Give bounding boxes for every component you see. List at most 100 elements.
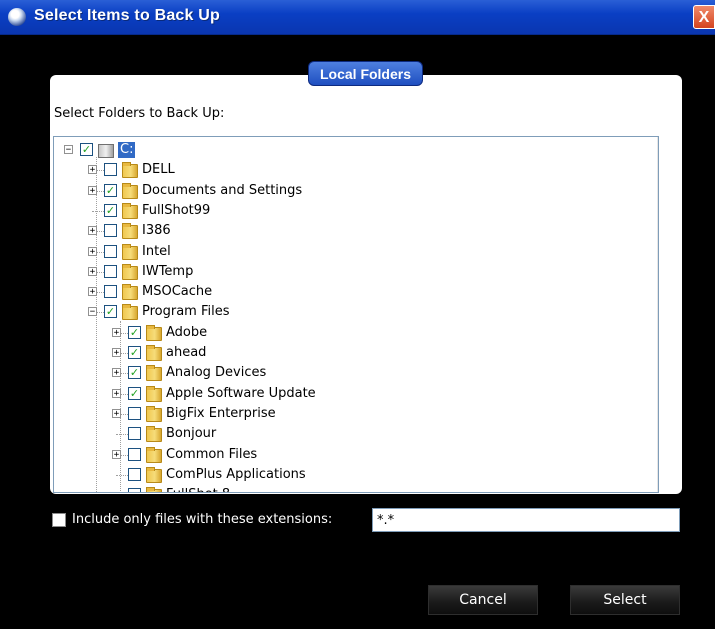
extensions-label: Include only files with these extensions… [72, 512, 333, 527]
folder-label: Analog Devices [166, 365, 267, 381]
folder-label: Intel [142, 243, 171, 259]
folder-label: Documents and Settings [142, 182, 303, 198]
folder-icon [146, 487, 162, 492]
extensions-input[interactable] [372, 508, 680, 532]
folder-label: Apple Software Update [166, 385, 316, 401]
collapse-icon[interactable]: − [88, 307, 97, 317]
expand-icon[interactable]: + [88, 165, 97, 175]
folder-icon [146, 385, 162, 402]
folder-checkbox[interactable] [128, 406, 141, 420]
folder-icon [146, 426, 162, 443]
tree-row[interactable]: + MSOCache [54, 282, 654, 302]
folder-checkbox[interactable] [104, 285, 117, 299]
vertical-scrollbar[interactable]: ▲ ▼ [657, 137, 658, 492]
folder-tree-box: − ✓ C: + DELL + ✓ Documents and Settings ✓ FullSh… [53, 136, 659, 493]
folder-icon [146, 405, 162, 422]
expand-icon[interactable]: + [112, 388, 121, 398]
folder-icon [122, 162, 138, 179]
select-folders-label: Select Folders to Back Up: [54, 106, 225, 121]
tree-row[interactable]: + DELL [54, 160, 654, 180]
folder-label: FullShot99 [142, 202, 211, 218]
expand-icon[interactable]: + [88, 266, 97, 276]
folder-label: C: [118, 142, 136, 158]
tree-row[interactable]: + I386 [54, 221, 654, 241]
folder-label: BigFix Enterprise [166, 405, 276, 421]
folder-checkbox[interactable]: ✓ [104, 203, 117, 217]
tree-row[interactable]: + Intel [54, 242, 654, 262]
tree-row[interactable]: + Common Files [54, 445, 654, 465]
folder-label: Common Files [166, 446, 258, 462]
expand-icon[interactable]: + [88, 185, 97, 195]
expand-icon[interactable]: + [112, 408, 121, 418]
folder-checkbox[interactable] [128, 488, 141, 492]
tree-root[interactable]: − ✓ C: [54, 140, 654, 160]
folder-label: ComPlus Applications [166, 466, 306, 482]
folder-icon [146, 365, 162, 382]
select-button[interactable]: Select [570, 585, 680, 615]
folder-checkbox[interactable] [128, 427, 141, 441]
expand-icon[interactable]: + [112, 368, 121, 378]
folder-checkbox[interactable]: ✓ [128, 386, 141, 400]
folder-checkbox[interactable]: ✓ [128, 325, 141, 339]
folder-icon [122, 223, 138, 240]
folder-icon [146, 446, 162, 463]
folder-label: DELL [142, 162, 175, 178]
tree-row[interactable]: − ✓ Program Files [54, 302, 654, 322]
folder-label: MSOCache [142, 284, 213, 300]
folder-label: FullShot 8 [166, 485, 230, 492]
folder-checkbox[interactable] [104, 163, 117, 177]
tree-row[interactable]: ComPlus Applications [54, 465, 654, 485]
folder-icon [122, 263, 138, 280]
folder-checkbox[interactable] [128, 447, 141, 461]
expand-icon[interactable]: + [112, 449, 121, 459]
tree-row[interactable]: + BigFix Enterprise [54, 404, 654, 424]
tree-row[interactable]: + ✓ Apple Software Update [54, 384, 654, 404]
folder-checkbox[interactable]: ✓ [128, 366, 141, 380]
tree-row[interactable]: FullShot 8 [54, 485, 654, 492]
folder-icon [146, 324, 162, 341]
tree-row[interactable]: Bonjour [54, 424, 654, 444]
folder-label: I386 [142, 223, 171, 239]
folder-icon [146, 466, 162, 483]
tree-row[interactable]: + ✓ ahead [54, 343, 654, 363]
folder-checkbox[interactable] [128, 467, 141, 481]
folder-label: Program Files [142, 304, 230, 320]
folder-checkbox[interactable] [104, 224, 117, 238]
expand-icon[interactable]: + [112, 348, 121, 358]
folder-tree: − ✓ C: + DELL + ✓ Documents and Settings ✓ FullSh… [54, 137, 658, 492]
tab-local-folders[interactable]: Local Folders [308, 61, 423, 86]
folder-checkbox[interactable]: ✓ [104, 305, 117, 319]
folder-label: Adobe [166, 324, 208, 340]
folder-checkbox[interactable]: ✓ [80, 143, 93, 156]
title-bar: Select Items to Back Up X [0, 0, 715, 35]
folder-icon [122, 202, 138, 219]
window-title: Select Items to Back Up [34, 7, 220, 24]
tree-row[interactable]: + ✓ Adobe [54, 323, 654, 343]
drive-icon [98, 144, 114, 158]
expand-icon[interactable]: + [88, 287, 97, 297]
folder-checkbox[interactable]: ✓ [128, 346, 141, 359]
local-folders-panel: Local Folders Select Folders to Back Up:… [50, 61, 682, 494]
folder-icon [122, 243, 138, 260]
folder-icon [146, 345, 162, 361]
folder-icon [122, 304, 138, 321]
folder-checkbox[interactable]: ✓ [104, 183, 117, 197]
folder-icon [122, 284, 138, 301]
folder-label: Bonjour [166, 426, 217, 442]
expand-icon[interactable]: + [88, 246, 97, 256]
tree-row[interactable]: + ✓ Analog Devices [54, 363, 654, 383]
folder-label: ahead [166, 345, 207, 360]
expand-icon[interactable]: + [112, 327, 121, 337]
folder-checkbox[interactable] [104, 264, 117, 278]
app-icon [8, 8, 26, 26]
tree-row[interactable]: + IWTemp [54, 262, 654, 282]
tree-row[interactable]: ✓ FullShot99 [54, 201, 654, 221]
tree-row[interactable]: + ✓ Documents and Settings [54, 181, 654, 201]
extensions-checkbox[interactable] [52, 513, 66, 527]
close-button[interactable]: X [693, 5, 715, 29]
folder-icon [122, 182, 138, 199]
cancel-button[interactable]: Cancel [428, 585, 538, 615]
expand-icon[interactable]: + [88, 226, 97, 236]
collapse-icon[interactable]: − [64, 145, 73, 155]
folder-checkbox[interactable] [104, 244, 117, 258]
